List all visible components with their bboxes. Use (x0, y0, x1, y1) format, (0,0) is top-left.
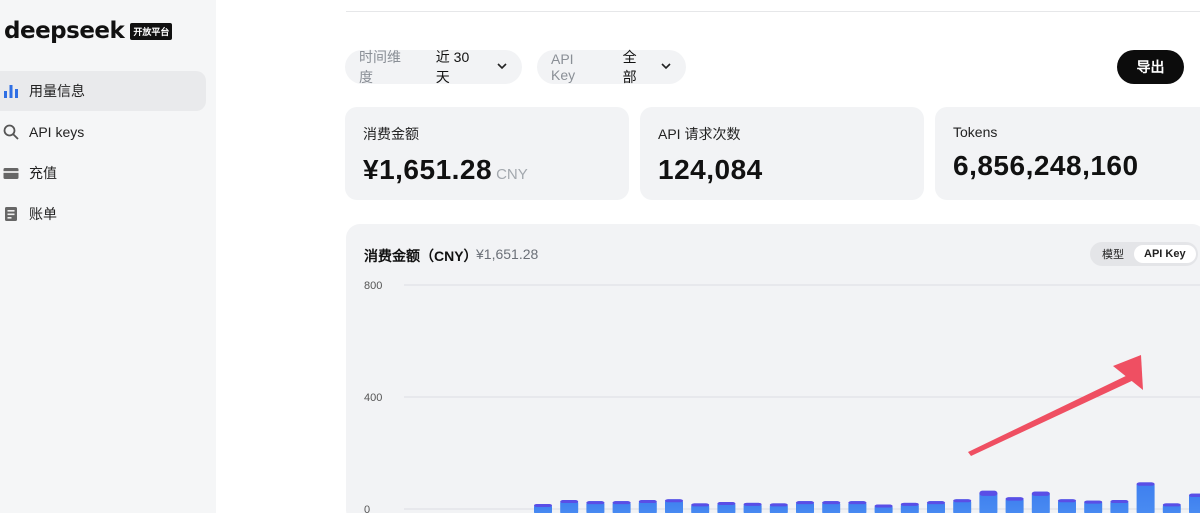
bar-segment-purple (560, 500, 579, 504)
header-divider (346, 0, 1200, 12)
api-key-filter-label: API Key (551, 51, 576, 83)
arrow-shaft (968, 373, 1136, 456)
chevron-down-icon (660, 59, 672, 75)
time-range-label: 时间维度 (359, 49, 401, 85)
sidebar: deepseek 开放平台 用量信息 API keys 充值 账单 (0, 0, 216, 513)
bar-segment-purple (1058, 499, 1076, 503)
sidebar-item-label: 充值 (29, 165, 57, 181)
spend-unit: CNY (496, 166, 528, 183)
bar-segment-purple (927, 501, 945, 505)
bar-segment-purple (874, 504, 893, 508)
export-button[interactable]: 导出 (1117, 50, 1184, 84)
main-content: 时间维度 近 30 天 API Key 全部 导出 消费金额 ¥1,651.28… (216, 0, 1200, 513)
spend-chart-panel: 消费金额（CNY） ¥1,651.28 模型 API Key 0 400 800 (346, 224, 1200, 513)
search-icon (2, 123, 20, 141)
bar-segment-purple (586, 501, 605, 505)
bar-segment-purple (665, 499, 683, 503)
chart-bar[interactable] (796, 501, 814, 513)
api-key-select[interactable]: API Key 全部 (537, 49, 686, 85)
chart-bar[interactable] (822, 501, 841, 513)
spend-value: ¥1,651.28 (363, 154, 493, 185)
sidebar-item-api-keys[interactable]: API keys (0, 112, 206, 152)
bar-segment-purple (769, 503, 788, 507)
tokens-value: 6,856,248,160 (953, 150, 1139, 181)
sidebar-item-usage[interactable]: 用量信息 (0, 71, 206, 111)
api-key-filter-value: 全部 (622, 49, 637, 85)
chart-bar[interactable] (586, 501, 605, 513)
y-tick-label: 0 (364, 504, 370, 513)
annotation-arrow (968, 355, 1143, 456)
logo[interactable]: deepseek 开放平台 (4, 18, 173, 44)
y-tick-label: 400 (364, 392, 382, 404)
chart-bar[interactable] (1058, 499, 1076, 513)
chart-bar[interactable] (691, 503, 710, 513)
y-tick-label: 800 (364, 280, 382, 292)
bar-segment-purple (979, 490, 998, 496)
bar-chart-icon (2, 82, 20, 100)
time-range-select[interactable]: 时间维度 近 30 天 (345, 49, 522, 85)
bar-segment-purple (638, 500, 657, 504)
sidebar-item-label: API keys (29, 124, 85, 140)
chart-bar[interactable] (717, 502, 736, 513)
tokens-label: Tokens (953, 124, 998, 140)
bar-segment-purple (822, 501, 841, 505)
chart-bar[interactable] (953, 499, 972, 513)
spend-label: 消费金额 (363, 126, 419, 142)
sidebar-item-recharge[interactable]: 充值 (0, 153, 206, 193)
bar-segment-purple (743, 502, 762, 506)
requests-label: API 请求次数 (658, 126, 741, 142)
sidebar-nav: 用量信息 API keys 充值 账单 (0, 71, 206, 235)
requests-card: API 请求次数 124,084 (640, 107, 924, 200)
chart-bar[interactable] (1031, 491, 1050, 513)
requests-value: 124,084 (658, 154, 763, 185)
chevron-down-icon (496, 59, 508, 75)
chart-bar[interactable] (979, 490, 998, 513)
bar-segment-purple (1162, 503, 1181, 507)
bar-segment-purple (1084, 500, 1103, 504)
brand-name: deepseek (4, 18, 125, 44)
bar-segment-purple (1031, 491, 1050, 496)
wallet-icon (2, 164, 20, 182)
bar-segment-purple (796, 501, 814, 505)
bar-segment-purple (953, 499, 972, 503)
bar-segment-purple (900, 502, 919, 506)
chart-bar[interactable] (743, 502, 762, 513)
bar-segment-purple (848, 501, 867, 505)
chart-bar[interactable] (927, 501, 945, 513)
chart-bar[interactable] (1189, 493, 1200, 513)
bar-segment-purple (1005, 497, 1024, 501)
chart-bar[interactable] (900, 502, 919, 513)
bar-segment-purple (612, 501, 631, 505)
chart-bar[interactable] (560, 500, 579, 513)
bar-segment-blue (1136, 482, 1155, 513)
sidebar-item-label: 账单 (29, 206, 57, 222)
chart-bar[interactable] (874, 504, 893, 513)
chart-bar[interactable] (1084, 500, 1103, 513)
chart-bar[interactable] (638, 500, 657, 513)
bar-segment-purple (1110, 500, 1129, 504)
brand-badge: 开放平台 (130, 22, 173, 40)
chart-bar[interactable] (612, 501, 631, 513)
tokens-card: Tokens 6,856,248,160 (935, 107, 1200, 200)
chart-bar[interactable] (1005, 497, 1024, 513)
chart-bar[interactable] (534, 503, 552, 513)
bar-segment-purple (691, 503, 710, 507)
chart-bar[interactable] (769, 503, 788, 513)
bar-segment-purple (534, 503, 552, 507)
chart-bar[interactable] (1110, 500, 1129, 513)
bar-segment-purple (717, 502, 736, 505)
spend-card: 消费金额 ¥1,651.28 CNY (345, 107, 629, 200)
chart-bar[interactable] (1162, 503, 1181, 513)
chart-bar[interactable] (848, 501, 867, 513)
bill-icon (2, 205, 20, 223)
time-range-value: 近 30 天 (435, 49, 470, 85)
chart-bar[interactable] (665, 499, 683, 513)
spend-value-row: ¥1,651.28 CNY (363, 154, 611, 186)
sidebar-item-bills[interactable]: 账单 (0, 194, 206, 234)
sidebar-item-label: 用量信息 (29, 83, 85, 99)
spend-bar-chart: 0 400 800 (364, 280, 1200, 513)
bar-segment-purple (1136, 482, 1155, 486)
bar-segment-purple (1189, 493, 1200, 497)
chart-bar[interactable] (1136, 482, 1155, 513)
